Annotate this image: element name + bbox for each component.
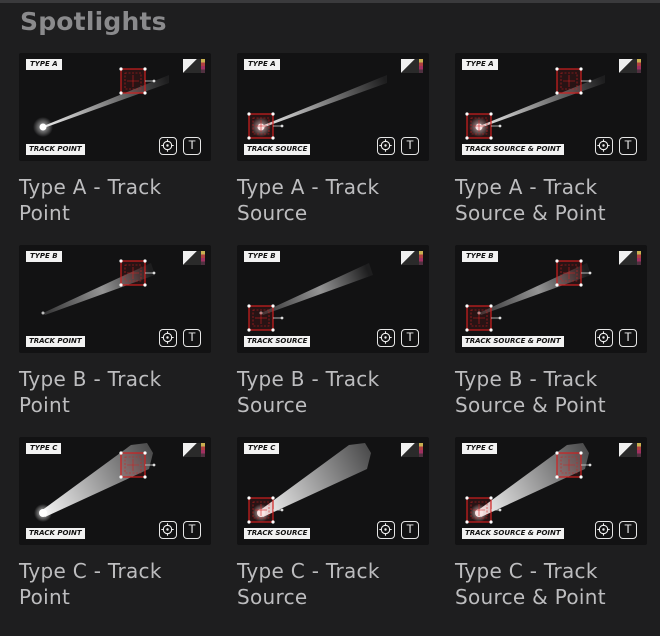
spotlight-label: Type B - Track Point [19,367,162,417]
mode-tag: TRACK SOURCE [244,528,311,539]
crosshair-icon[interactable] [595,329,613,347]
crosshair-icon[interactable] [377,137,395,155]
spotlight-thumbnail[interactable]: TYPE C TRACK POINT T [19,437,211,545]
color-swatch-icon [401,59,423,73]
mode-tag: TRACK POINT [26,528,85,539]
track-handle[interactable] [555,67,592,95]
crosshair-icon[interactable] [377,329,395,347]
track-handle[interactable] [465,496,502,524]
color-swatch-icon [183,251,205,265]
mode-tag: TRACK POINT [26,144,85,155]
spotlight-tile[interactable]: TYPE C TRACK SOURCE T Type C - Track Sour… [237,437,429,629]
track-handle[interactable] [247,112,284,140]
track-handle[interactable] [247,496,284,524]
track-handle[interactable] [119,67,156,95]
spotlight-thumbnail[interactable]: TYPE A TRACK SOURCE & POINT T [455,53,647,161]
text-tool-icon[interactable]: T [401,137,419,155]
mode-tag: TRACK SOURCE & POINT [462,528,564,539]
spotlight-label: Type A - Track Source & Point [455,175,606,225]
spotlight-thumbnail[interactable]: TYPE B TRACK SOURCE & POINT T [455,245,647,353]
crosshair-icon[interactable] [595,521,613,539]
spotlight-label: Type C - Track Point [19,559,162,609]
color-swatch-icon [619,251,641,265]
track-handle[interactable] [119,451,156,479]
type-tag: TYPE C [26,443,62,454]
crosshair-icon[interactable] [159,329,177,347]
text-tool-icon[interactable]: T [401,521,419,539]
spotlight-tile[interactable]: TYPE C TRACK SOURCE & POINT T Type C - Tr… [455,437,647,629]
spotlight-thumbnail[interactable]: TYPE C TRACK SOURCE & POINT T [455,437,647,545]
track-handle[interactable] [555,259,592,287]
color-swatch-icon [183,443,205,457]
mode-tag: TRACK SOURCE [244,144,311,155]
crosshair-icon[interactable] [159,521,177,539]
color-swatch-icon [619,443,641,457]
spotlight-label: Type B - Track Source [237,367,380,417]
type-tag: TYPE B [244,251,280,262]
mode-tag: TRACK SOURCE [244,336,311,347]
spotlight-label: Type B - Track Source & Point [455,367,606,417]
crosshair-icon[interactable] [377,521,395,539]
type-tag: TYPE A [462,59,498,70]
text-tool-icon[interactable]: T [619,137,637,155]
text-tool-icon[interactable]: T [401,329,419,347]
color-swatch-icon [401,251,423,265]
track-handle[interactable] [119,259,156,287]
track-handle[interactable] [555,451,592,479]
section-title: Spotlights [20,7,167,36]
spotlight-thumbnail[interactable]: TYPE B TRACK POINT T [19,245,211,353]
type-tag: TYPE B [26,251,62,262]
crosshair-icon[interactable] [595,137,613,155]
spotlight-thumbnail[interactable]: TYPE C TRACK SOURCE T [237,437,429,545]
track-handle[interactable] [247,304,284,332]
spotlight-tile[interactable]: TYPE A TRACK SOURCE & POINT T Type A - Tr… [455,53,647,245]
text-tool-icon[interactable]: T [183,329,201,347]
type-tag: TYPE B [462,251,498,262]
text-tool-icon[interactable]: T [619,521,637,539]
mode-tag: TRACK SOURCE & POINT [462,336,564,347]
spotlight-thumbnail[interactable]: TYPE B TRACK SOURCE T [237,245,429,353]
text-tool-icon[interactable]: T [183,521,201,539]
color-swatch-icon [401,443,423,457]
spotlight-label: Type A - Track Source [237,175,380,225]
spotlight-label: Type C - Track Source & Point [455,559,606,609]
type-tag: TYPE C [244,443,280,454]
spotlight-tile[interactable]: TYPE A TRACK SOURCE T Type A - Track Sour… [237,53,429,245]
spotlight-thumbnail[interactable]: TYPE A TRACK SOURCE T [237,53,429,161]
spotlight-label: Type C - Track Source [237,559,380,609]
spotlight-tile[interactable]: TYPE B TRACK SOURCE & POINT T Type B - Tr… [455,245,647,437]
color-swatch-icon [183,59,205,73]
spotlight-grid: TYPE A TRACK POINT T Type A - Track Point [19,53,647,629]
text-tool-icon[interactable]: T [619,329,637,347]
track-handle[interactable] [465,304,502,332]
color-swatch-icon [619,59,641,73]
type-tag: TYPE A [26,59,62,70]
text-tool-icon[interactable]: T [183,137,201,155]
mode-tag: TRACK POINT [26,336,85,347]
spotlight-tile[interactable]: TYPE A TRACK POINT T Type A - Track Point [19,53,211,245]
track-handle[interactable] [465,112,502,140]
crosshair-icon[interactable] [159,137,177,155]
type-tag: TYPE C [462,443,498,454]
type-tag: TYPE A [244,59,280,70]
spotlight-tile[interactable]: TYPE B TRACK POINT T Type B - Track Point [19,245,211,437]
spotlight-tile[interactable]: TYPE B TRACK SOURCE T Type B - Track Sour… [237,245,429,437]
spotlight-tile[interactable]: TYPE C TRACK POINT T Type C - Track Point [19,437,211,629]
mode-tag: TRACK SOURCE & POINT [462,144,564,155]
top-divider [0,0,660,3]
spotlight-thumbnail[interactable]: TYPE A TRACK POINT T [19,53,211,161]
spotlight-label: Type A - Track Point [19,175,162,225]
